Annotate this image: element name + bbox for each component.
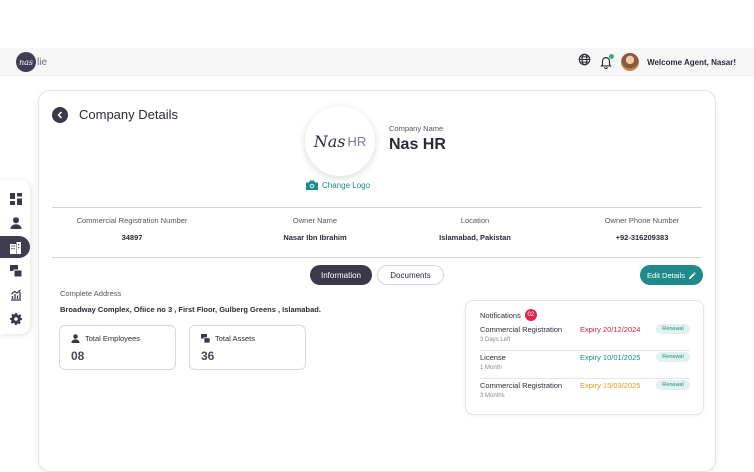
sidebar-item-users[interactable] <box>3 212 29 234</box>
notifications-panel: Notifications 02 Commercial Registration… <box>465 300 704 415</box>
tab-information[interactable]: Information <box>310 265 372 285</box>
company-name: Nas HR <box>389 136 446 153</box>
logo-suffix: HR <box>347 133 367 149</box>
camera-icon <box>306 180 318 190</box>
stat-total-employees: Total Employees 08 <box>59 325 176 370</box>
divider <box>52 207 702 208</box>
notifications-count: 02 <box>524 309 537 321</box>
bell-icon[interactable] <box>599 54 615 70</box>
brand-mark: nas <box>16 52 36 72</box>
sidebar-item-dashboard[interactable] <box>3 188 29 210</box>
sidebar-item-companies[interactable] <box>0 236 30 258</box>
avatar[interactable] <box>621 53 640 71</box>
renewal-button[interactable]: Renewal <box>656 324 690 334</box>
renewal-button[interactable]: Renewal <box>656 380 690 390</box>
sidebar-item-analytics[interactable] <box>3 284 29 306</box>
page-title: Company Details <box>79 107 178 122</box>
back-button[interactable] <box>52 107 68 123</box>
notification-item: Commercial Registration 3 Months Expiry … <box>480 379 690 407</box>
notifications-title: Notifications 02 <box>480 309 537 321</box>
sidebar-item-assets[interactable] <box>3 260 29 282</box>
logo-mark: Nas <box>313 131 346 151</box>
user-icon <box>10 217 22 229</box>
pencil-icon <box>688 271 696 279</box>
notification-item: License 1 Month Expiry 10/01/2025 Renewa… <box>480 351 690 379</box>
stat-total-assets: Total Assets 36 <box>189 325 306 370</box>
edit-details-label: Edit Details <box>647 270 685 280</box>
change-logo-button[interactable]: Change Logo <box>306 180 370 190</box>
chevron-left-icon <box>57 111 63 119</box>
user-icon <box>71 334 80 343</box>
change-logo-label: Change Logo <box>322 180 371 190</box>
sidebar-item-settings[interactable] <box>3 308 29 330</box>
info-registration-number: Commercial Registration Number 34897 <box>76 216 188 242</box>
globe-icon[interactable] <box>578 53 591 71</box>
renewal-button[interactable]: Renewal <box>656 352 690 362</box>
welcome-text: Welcome Agent, Nasar! <box>647 57 736 67</box>
info-owner-phone: Owner Phone Number +92-316209383 <box>604 216 680 242</box>
notification-dot <box>609 54 615 59</box>
edit-details-button[interactable]: Edit Details <box>640 265 703 285</box>
address-value: Broadway Complex, Ofiice no 3 , First Fl… <box>60 305 321 314</box>
tab-documents[interactable]: Documents <box>377 265 444 285</box>
brand-logo[interactable]: nas lie <box>16 52 48 72</box>
assets-icon <box>10 265 22 277</box>
company-logo: Nas HR <box>305 106 375 176</box>
info-owner-name: Owner Name Nasar Ibn Ibrahim <box>283 216 347 242</box>
stat-value: 08 <box>71 349 85 363</box>
dashboard-icon <box>10 193 22 205</box>
top-bar: nas lie Welcome Agent, Nasar! <box>0 48 754 76</box>
assets-icon <box>201 334 210 343</box>
divider <box>52 257 702 258</box>
stat-value: 36 <box>201 349 215 363</box>
notification-item: Commercial Registration 3 Days Left Expi… <box>480 323 690 351</box>
building-icon <box>9 241 21 254</box>
analytics-icon <box>11 289 21 301</box>
gear-icon <box>10 313 22 325</box>
brand-suffix: lie <box>37 56 48 68</box>
sidebar <box>0 180 30 334</box>
address-label: Complete Address <box>60 289 122 298</box>
top-right-controls: Welcome Agent, Nasar! <box>578 52 736 72</box>
info-location: Location Islamabad, Pakistan <box>439 216 511 242</box>
company-name-label: Company Name <box>389 124 444 133</box>
